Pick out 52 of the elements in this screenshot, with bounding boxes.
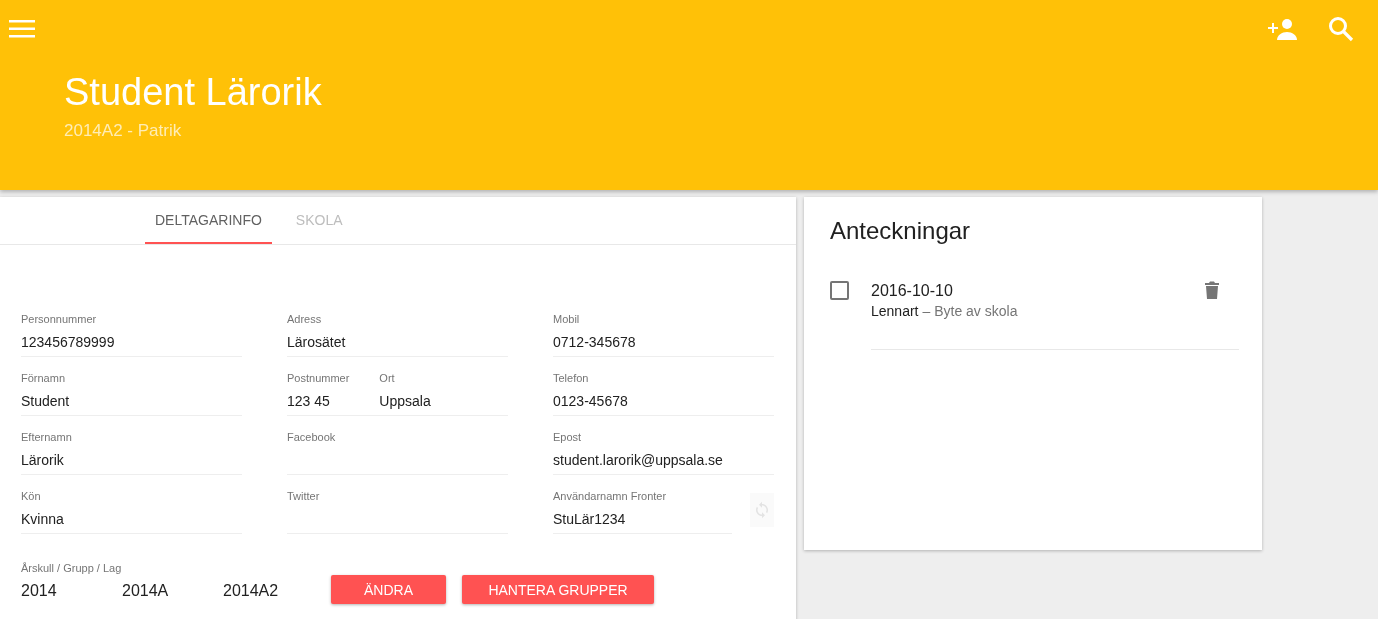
input-field[interactable]: Användarnamn Fronter StuLär1234: [553, 489, 732, 534]
field-value: 2014A: [122, 582, 170, 600]
note-date: 2016-10-10: [871, 282, 953, 300]
field-label: Årskull / Grupp / Lag: [21, 561, 122, 575]
note-text: – Byte av skola: [922, 303, 1018, 319]
input-field[interactable]: Förnamn Student: [21, 371, 242, 416]
field-value: 2014: [21, 582, 58, 600]
checkbox[interactable]: [830, 281, 849, 300]
sync-button[interactable]: [750, 493, 774, 527]
input-field[interactable]: Facebook: [287, 430, 508, 475]
field-label: Facebook: [287, 430, 336, 444]
input-field[interactable]: Twitter: [287, 489, 508, 534]
card-title: Anteckningar: [830, 217, 971, 245]
field-value: 0123-45678: [553, 392, 628, 410]
field-label: Epost: [553, 430, 582, 444]
menu-icon[interactable]: [9, 20, 35, 38]
field-value: Student: [21, 392, 70, 410]
input-field[interactable]: Efternamn Lärorik: [21, 430, 242, 475]
input-field[interactable]: Postnummer 123 45 Ort Uppsala: [287, 371, 508, 416]
field-value: student.larorik@uppsala.se: [553, 451, 723, 469]
search-icon[interactable]: [1328, 16, 1354, 42]
field-value: 123456789999: [21, 333, 115, 351]
field-value: StuLär1234: [553, 510, 626, 528]
input-field[interactable]: Personnummer 123456789999: [21, 312, 242, 357]
tab[interactable]: DELTAGARINFO: [145, 197, 272, 244]
trash-icon[interactable]: [1205, 281, 1219, 299]
field-label: Postnummer: [287, 371, 350, 385]
input-field[interactable]: Adress Lärosätet: [287, 312, 508, 357]
field-label: Mobil: [553, 312, 580, 326]
field-value: Uppsala: [379, 392, 431, 410]
field-label: Förnamn: [21, 371, 66, 385]
field-label: Personnummer: [21, 312, 97, 326]
input-field[interactable]: Epost student.larorik@uppsala.se: [553, 430, 774, 475]
field-label: Telefon: [553, 371, 589, 385]
field-label: Användarnamn Fronter: [553, 489, 667, 503]
input-field[interactable]: Kön Kvinna: [21, 489, 242, 534]
field-label: Kön: [21, 489, 41, 503]
field-value: Kvinna: [21, 510, 64, 528]
input-field[interactable]: Mobil 0712-345678: [553, 312, 774, 357]
note-author: Lennart: [871, 303, 919, 319]
field-value: Lärorik: [21, 451, 64, 469]
field-label: Twitter: [287, 489, 320, 503]
page-title: Student Lärorik: [64, 72, 322, 112]
field-label: Adress: [287, 312, 322, 326]
field-value: 123 45: [287, 392, 330, 410]
page-subtitle: 2014A2 - Patrik: [64, 121, 182, 141]
field-label: Ort: [379, 371, 395, 385]
field-value: 2014A2: [223, 582, 280, 600]
input-field[interactable]: Telefon 0123-45678: [553, 371, 774, 416]
field-value: Lärosätet: [287, 333, 346, 351]
field-label: Efternamn: [21, 430, 72, 444]
field-value: 0712-345678: [553, 333, 636, 351]
